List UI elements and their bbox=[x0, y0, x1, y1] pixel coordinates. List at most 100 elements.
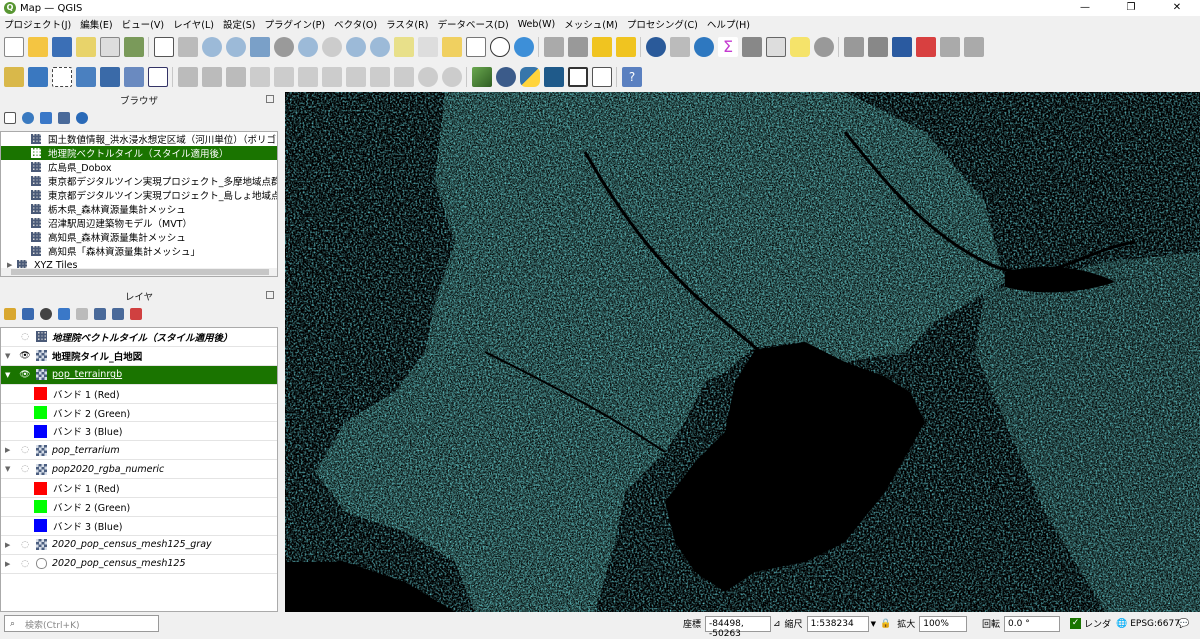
browser-item[interactable]: 東京都デジタルツイン実現プロジェクト_多摩地域点群データ bbox=[1, 174, 277, 188]
render-checkbox[interactable]: ✓ bbox=[1070, 618, 1081, 629]
move-feature-icon[interactable] bbox=[298, 67, 318, 87]
menu-project[interactable]: プロジェクト(J) bbox=[4, 17, 71, 31]
locator-search-input[interactable]: ⌕ 検索(Ctrl+K) bbox=[4, 615, 159, 632]
open-project-icon[interactable] bbox=[28, 37, 48, 57]
layer-row[interactable]: ▶ ◌ 2020_pop_census_mesh125_gray bbox=[1, 536, 277, 555]
capture-line-icon[interactable] bbox=[250, 67, 270, 87]
menu-plugins[interactable]: プラグイン(P) bbox=[264, 17, 325, 31]
browser-item[interactable]: 地理院ベクトルタイル（スタイル適用後） bbox=[1, 146, 277, 160]
temporal-controller-icon[interactable] bbox=[490, 37, 510, 57]
new-map-view-icon[interactable] bbox=[394, 37, 414, 57]
render-toggle[interactable]: ✓ レンダ bbox=[1070, 615, 1111, 632]
coordinate-field[interactable]: -84498, -50263 bbox=[705, 615, 772, 639]
pin-labels-icon[interactable] bbox=[868, 37, 888, 57]
show-hide-labels-icon[interactable] bbox=[892, 37, 912, 57]
save-project-icon[interactable] bbox=[52, 37, 72, 57]
minimize-button[interactable]: — bbox=[1062, 0, 1108, 16]
capture-polygon-icon[interactable] bbox=[274, 67, 294, 87]
scrollbar-thumb[interactable] bbox=[11, 269, 269, 275]
undock-icon[interactable] bbox=[266, 95, 274, 103]
python-console-icon[interactable] bbox=[520, 67, 540, 87]
expand-arrow-icon[interactable]: ▶ bbox=[5, 560, 15, 568]
refresh-icon[interactable] bbox=[514, 37, 534, 57]
zoom-full-icon[interactable] bbox=[250, 37, 270, 57]
manage-visibility-icon[interactable] bbox=[40, 308, 52, 320]
layer-row[interactable]: ▶ ◌ pop_terrarium bbox=[1, 441, 277, 461]
label-toolbar-icon[interactable] bbox=[844, 37, 864, 57]
layer-row[interactable]: ◌ 地理院ベクトルタイル（スタイル適用後） bbox=[1, 328, 277, 347]
undo-icon[interactable] bbox=[418, 67, 438, 87]
globe-plugin-icon[interactable] bbox=[496, 67, 516, 87]
field-calculator-icon[interactable] bbox=[742, 37, 762, 57]
statistical-summary-icon[interactable]: Σ bbox=[718, 37, 738, 57]
browser-item[interactable]: 東京都デジタルツイン実現プロジェクト_島しょ地域点群データ bbox=[1, 188, 277, 202]
browser-item[interactable]: 広島県_Dobox bbox=[1, 160, 277, 174]
expand-arrow-icon[interactable]: ▼ bbox=[5, 465, 15, 473]
menu-database[interactable]: データベース(D) bbox=[437, 17, 508, 31]
layer-styling-icon[interactable] bbox=[4, 308, 16, 320]
map-plugin-icon[interactable] bbox=[544, 67, 564, 87]
zoom-level-plugin-icon[interactable] bbox=[592, 67, 612, 87]
style-manager-icon[interactable] bbox=[124, 37, 144, 57]
messages-icon[interactable]: 💬 bbox=[1178, 615, 1189, 632]
expand-all-icon[interactable] bbox=[94, 308, 106, 320]
change-label-icon[interactable] bbox=[964, 37, 984, 57]
open-attribute-table-icon[interactable] bbox=[670, 37, 690, 57]
triangle-plugin-icon[interactable] bbox=[472, 67, 492, 87]
expand-arrow-icon[interactable]: ▼ bbox=[5, 352, 15, 360]
zoom-to-selection-icon[interactable] bbox=[274, 37, 294, 57]
expand-arrow-icon[interactable]: ▶ bbox=[5, 541, 15, 549]
browser-item[interactable]: 高知県_森林資源量集計メッシュ bbox=[1, 230, 277, 244]
menu-vector[interactable]: ベクタ(O) bbox=[334, 17, 377, 31]
remove-layer-icon[interactable] bbox=[130, 308, 142, 320]
close-button[interactable]: ✕ bbox=[1154, 0, 1200, 16]
horizontal-scrollbar[interactable] bbox=[1, 268, 277, 276]
eye-hidden-icon[interactable]: ◌ bbox=[17, 464, 33, 474]
data-source-manager-icon[interactable] bbox=[4, 67, 24, 87]
zoom-last-icon[interactable] bbox=[346, 37, 366, 57]
redo-icon[interactable] bbox=[442, 67, 462, 87]
zoom-to-layer-icon[interactable] bbox=[298, 37, 318, 57]
delete-selected-icon[interactable] bbox=[322, 67, 342, 87]
expand-arrow-icon[interactable]: ▼ bbox=[5, 371, 15, 379]
expand-arrow-icon[interactable]: ▶ bbox=[5, 446, 15, 454]
vertex-tool-icon[interactable] bbox=[124, 67, 144, 87]
deselect-all-icon[interactable] bbox=[592, 37, 612, 57]
pan-to-selection-icon[interactable] bbox=[178, 37, 198, 57]
collapse-all-icon[interactable] bbox=[58, 112, 70, 124]
select-by-location-icon[interactable] bbox=[616, 37, 636, 57]
save-layer-edits-icon[interactable] bbox=[226, 67, 246, 87]
add-layer-icon[interactable] bbox=[28, 67, 48, 87]
move-label-icon[interactable] bbox=[940, 37, 960, 57]
pan-map-icon[interactable] bbox=[154, 37, 174, 57]
filter-icon[interactable] bbox=[40, 112, 52, 124]
layer-row[interactable]: ▼ 👁 地理院タイル_白地図 bbox=[1, 347, 277, 366]
filter-legend-icon[interactable] bbox=[58, 308, 70, 320]
zoom-in-icon[interactable] bbox=[202, 37, 222, 57]
layer-row-selected[interactable]: ▼ 👁 pop_terrainrgb bbox=[1, 365, 277, 385]
select-by-value-icon[interactable] bbox=[568, 37, 588, 57]
zoom-native-icon[interactable] bbox=[322, 37, 342, 57]
copy-features-icon[interactable] bbox=[370, 67, 390, 87]
menu-layer[interactable]: レイヤ(L) bbox=[173, 17, 214, 31]
help-icon[interactable]: ? bbox=[622, 67, 642, 87]
new-3d-map-view-icon[interactable] bbox=[418, 37, 438, 57]
undock-icon[interactable] bbox=[266, 291, 274, 299]
add-selected-layers-icon[interactable] bbox=[4, 112, 16, 124]
menu-web[interactable]: Web(W) bbox=[518, 19, 556, 30]
refresh-icon[interactable] bbox=[22, 112, 34, 124]
select-features-icon[interactable] bbox=[544, 37, 564, 57]
save-edits-icon[interactable] bbox=[100, 67, 120, 87]
highlight-labels-icon[interactable] bbox=[916, 37, 936, 57]
zoom-out-icon[interactable] bbox=[226, 37, 246, 57]
menu-processing[interactable]: プロセシング(C) bbox=[627, 17, 698, 31]
menu-raster[interactable]: ラスタ(R) bbox=[386, 17, 428, 31]
measure-line-icon[interactable] bbox=[766, 37, 786, 57]
zoom-next-icon[interactable] bbox=[370, 37, 390, 57]
menu-help[interactable]: ヘルプ(H) bbox=[707, 17, 750, 31]
new-print-layout-icon[interactable] bbox=[76, 37, 96, 57]
new-spatial-bookmark-icon[interactable] bbox=[442, 37, 462, 57]
rotation-spinbox[interactable]: 0.0 ° bbox=[1004, 615, 1061, 632]
layer-row[interactable]: ▼ ◌ pop2020_rgba_numeric bbox=[1, 460, 277, 480]
collapse-all-icon[interactable] bbox=[112, 308, 124, 320]
